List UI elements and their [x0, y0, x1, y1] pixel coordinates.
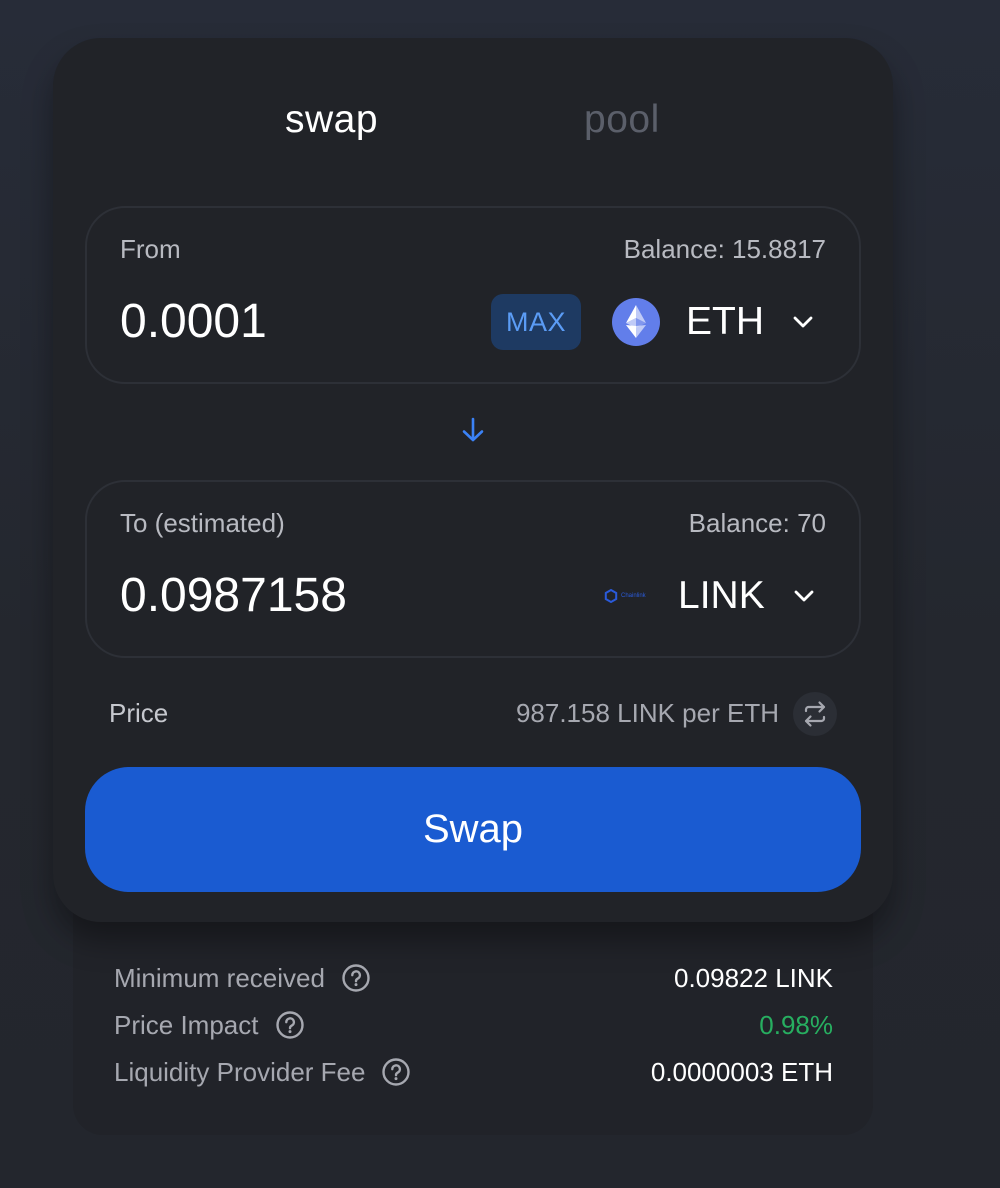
price-impact-row: Price Impact 0.98%: [114, 1005, 833, 1045]
help-icon[interactable]: [381, 1057, 411, 1087]
help-icon[interactable]: [341, 963, 371, 993]
lp-fee-row: Liquidity Provider Fee 0.0000003 ETH: [114, 1052, 833, 1092]
minimum-received-label: Minimum received: [114, 962, 325, 993]
price-impact-label: Price Impact: [114, 1009, 259, 1040]
from-label: From: [120, 234, 181, 264]
from-box: From Balance: 15.8817 MAX ETH: [85, 206, 861, 384]
from-amount-input[interactable]: [120, 294, 460, 349]
chevron-down-icon: [791, 583, 817, 609]
to-box: To (estimated) Balance: 70 Chainlink LIN…: [85, 480, 861, 658]
max-button[interactable]: MAX: [491, 294, 581, 350]
price-impact-value: 0.98%: [759, 1009, 833, 1040]
chainlink-logo-text: Chainlink: [621, 593, 646, 599]
price-label: Price: [109, 698, 169, 728]
to-amount-input[interactable]: [120, 568, 460, 623]
arrow-down-icon[interactable]: [459, 416, 487, 444]
to-balance: Balance: 70: [688, 508, 826, 538]
swap-card: swap pool From Balance: 15.8817 MAX ETH: [53, 38, 893, 922]
price-value: 987.158 LINK per ETH: [515, 698, 779, 728]
lp-fee-value: 0.0000003 ETH: [650, 1056, 833, 1087]
from-token-name: ETH: [686, 300, 764, 343]
swap-button[interactable]: Swap: [85, 767, 861, 892]
to-token-select[interactable]: Chainlink LINK: [604, 566, 817, 626]
swap-arrows-icon: [801, 700, 829, 728]
invert-price-button[interactable]: [793, 692, 837, 736]
ethereum-icon: [611, 297, 661, 347]
from-balance: Balance: 15.8817: [623, 234, 826, 264]
lp-fee-label: Liquidity Provider Fee: [114, 1056, 366, 1087]
minimum-received-row: Minimum received 0.09822 LINK: [114, 958, 833, 998]
from-token-select[interactable]: ETH: [611, 292, 816, 352]
chainlink-icon: Chainlink: [604, 589, 654, 603]
minimum-received-value: 0.09822 LINK: [673, 962, 833, 993]
help-icon[interactable]: [275, 1010, 305, 1040]
to-label: To (estimated): [120, 508, 285, 538]
chevron-down-icon: [790, 309, 816, 335]
tab-swap[interactable]: swap: [285, 98, 378, 142]
to-token-name: LINK: [678, 574, 765, 617]
tab-pool[interactable]: pool: [584, 98, 660, 142]
